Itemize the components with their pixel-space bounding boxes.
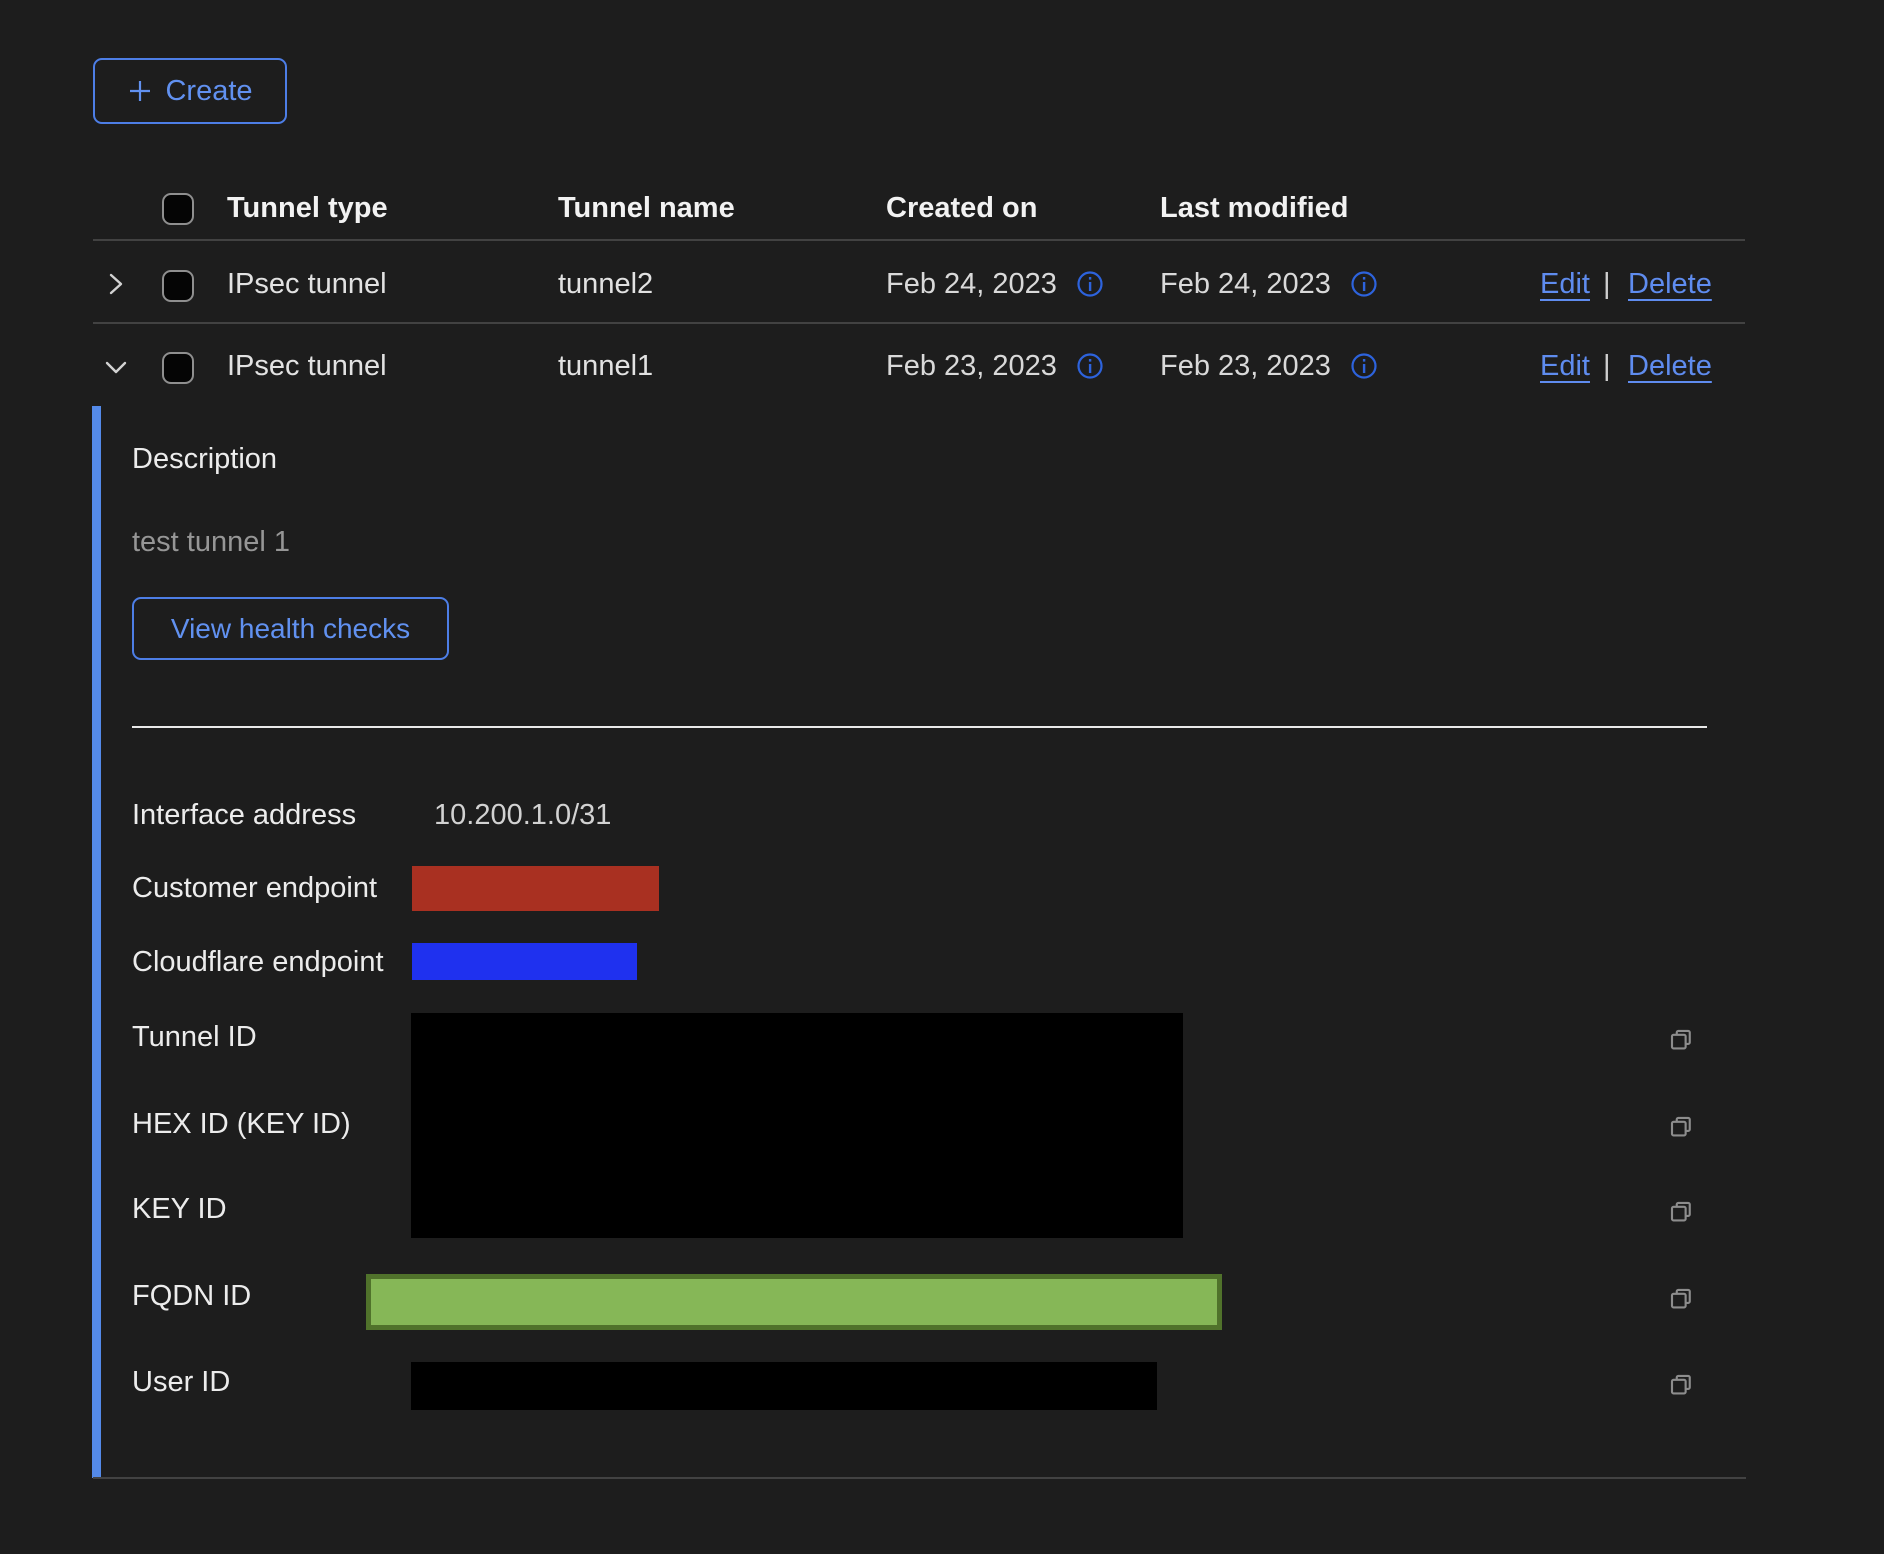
copy-icon[interactable] xyxy=(1666,1111,1696,1141)
fqdn-id-label: FQDN ID xyxy=(132,1280,251,1313)
plus-icon xyxy=(127,78,153,104)
tunnel-type-cell: IPsec tunnel xyxy=(227,350,387,382)
description-label: Description xyxy=(132,443,277,476)
column-header-tunnel-name: Tunnel name xyxy=(558,192,735,224)
description-value: test tunnel 1 xyxy=(132,526,290,559)
expanded-row-accent-bar xyxy=(92,406,101,1478)
created-on-cell: Feb 24, 2023 xyxy=(886,268,1057,300)
last-modified-cell: Feb 23, 2023 xyxy=(1160,350,1331,382)
select-all-checkbox[interactable] xyxy=(162,193,194,225)
created-on-cell: Feb 23, 2023 xyxy=(886,350,1057,382)
interface-address-value: 10.200.1.0/31 xyxy=(434,799,611,832)
customer-endpoint-redacted-value xyxy=(412,866,659,911)
actions-separator: | xyxy=(1603,268,1611,301)
info-icon[interactable] xyxy=(1076,352,1104,380)
user-id-label: User ID xyxy=(132,1366,230,1399)
edit-link-tunnel2[interactable]: Edit xyxy=(1540,268,1590,301)
interface-address-label: Interface address xyxy=(132,799,356,832)
row-checkbox-tunnel1[interactable] xyxy=(162,352,194,384)
ipsec-tunnels-page: Create Tunnel type Tunnel name Created o… xyxy=(0,0,1884,1554)
edit-link-tunnel1[interactable]: Edit xyxy=(1540,350,1590,383)
header-divider xyxy=(93,239,1745,241)
chevron-right-icon[interactable] xyxy=(101,269,131,299)
hex-id-label: HEX ID (KEY ID) xyxy=(132,1108,351,1141)
row-divider xyxy=(93,322,1745,324)
column-header-tunnel-type: Tunnel type xyxy=(227,192,388,224)
delete-link-tunnel2[interactable]: Delete xyxy=(1628,268,1712,301)
last-modified-cell: Feb 24, 2023 xyxy=(1160,268,1331,300)
copy-icon[interactable] xyxy=(1666,1196,1696,1226)
table-bottom-divider xyxy=(93,1477,1746,1479)
create-button[interactable]: Create xyxy=(93,58,287,124)
customer-endpoint-label: Customer endpoint xyxy=(132,872,377,905)
fqdn-id-redacted-value xyxy=(366,1274,1222,1330)
create-button-label: Create xyxy=(165,75,252,108)
tunnel-name-cell: tunnel1 xyxy=(558,350,653,382)
column-header-created-on: Created on xyxy=(886,192,1037,224)
cloudflare-endpoint-redacted-value xyxy=(412,943,637,980)
info-icon[interactable] xyxy=(1076,270,1104,298)
tunnel-type-cell: IPsec tunnel xyxy=(227,268,387,300)
key-id-label: KEY ID xyxy=(132,1193,227,1226)
detail-divider xyxy=(132,726,1707,728)
tunnel-id-label: Tunnel ID xyxy=(132,1021,257,1054)
copy-icon[interactable] xyxy=(1666,1369,1696,1399)
column-header-last-modified: Last modified xyxy=(1160,192,1349,224)
copy-icon[interactable] xyxy=(1666,1024,1696,1054)
cloudflare-endpoint-label: Cloudflare endpoint xyxy=(132,946,384,979)
row-checkbox-tunnel2[interactable] xyxy=(162,270,194,302)
view-health-checks-button[interactable]: View health checks xyxy=(132,597,449,660)
actions-separator: | xyxy=(1603,350,1611,383)
delete-link-tunnel1[interactable]: Delete xyxy=(1628,350,1712,383)
chevron-down-icon[interactable] xyxy=(101,352,131,382)
user-id-redacted-value xyxy=(411,1362,1157,1410)
ids-redacted-value xyxy=(411,1013,1183,1238)
tunnel-name-cell: tunnel2 xyxy=(558,268,653,300)
copy-icon[interactable] xyxy=(1666,1283,1696,1313)
info-icon[interactable] xyxy=(1350,352,1378,380)
info-icon[interactable] xyxy=(1350,270,1378,298)
